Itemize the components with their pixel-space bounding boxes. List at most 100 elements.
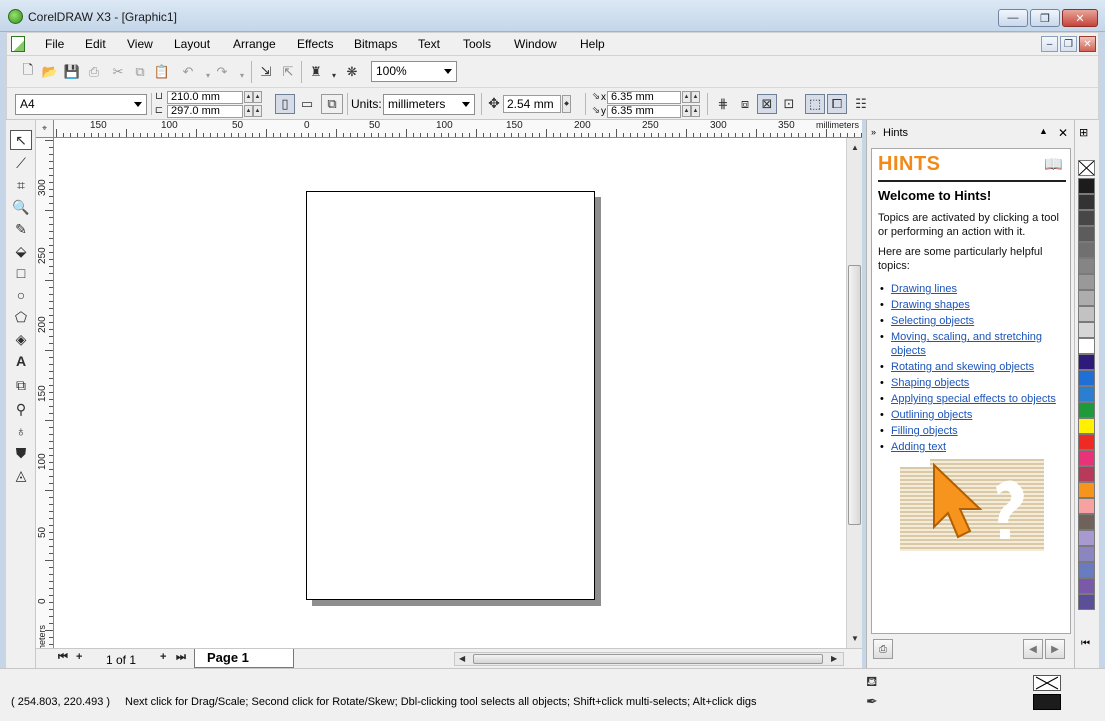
color-swatch[interactable] — [1078, 466, 1095, 482]
import-icon[interactable]: ⇲ — [257, 63, 275, 81]
color-swatch[interactable] — [1078, 514, 1095, 530]
menu-bitmaps[interactable]: Bitmaps — [354, 37, 397, 51]
color-swatch[interactable] — [1078, 178, 1095, 194]
scroll-down-icon[interactable]: ▼ — [851, 634, 859, 643]
menu-tools[interactable]: Tools — [463, 37, 491, 51]
page-height-field[interactable]: 297.0 mm — [167, 105, 243, 118]
snap-to-grid-icon[interactable]: ⋕ — [713, 94, 733, 114]
hint-topic-link[interactable]: Adding text — [891, 441, 946, 453]
color-swatch[interactable] — [1078, 338, 1095, 354]
vertical-scrollbar[interactable]: ▲ ▼ — [846, 138, 862, 648]
paste-icon[interactable]: 📋 — [153, 63, 171, 81]
hint-topic-link[interactable]: Shaping objects — [891, 377, 969, 389]
ellipse-tool-icon[interactable]: ○ — [10, 285, 32, 305]
freehand-tool-icon[interactable]: ✎ — [10, 219, 32, 239]
color-swatch[interactable] — [1078, 290, 1095, 306]
color-swatch[interactable] — [1078, 306, 1095, 322]
outline-color-indicator[interactable] — [1033, 694, 1061, 710]
menu-arrange[interactable]: Arrange — [233, 37, 276, 51]
color-swatch[interactable] — [1078, 274, 1095, 290]
hint-topic-link[interactable]: Drawing lines — [891, 283, 957, 295]
duplicate-x-spinner[interactable]: ▲ — [682, 91, 691, 103]
color-swatch[interactable] — [1078, 226, 1095, 242]
save-icon[interactable]: 💾 — [63, 63, 81, 81]
page-height-spinner[interactable]: ▲ — [244, 105, 253, 117]
no-color-swatch[interactable] — [1078, 160, 1095, 176]
menu-layout[interactable]: Layout — [174, 37, 210, 51]
color-swatch[interactable] — [1078, 242, 1095, 258]
scroll-up-icon[interactable]: ▲ — [851, 143, 859, 152]
export-icon[interactable]: ⇱ — [279, 63, 297, 81]
menu-edit[interactable]: Edit — [85, 37, 106, 51]
last-page-icon[interactable]: ⏭ — [176, 651, 186, 664]
text-tool-icon[interactable]: A — [10, 351, 32, 371]
color-swatch[interactable] — [1078, 210, 1095, 226]
color-swatch[interactable] — [1078, 258, 1095, 274]
dynamic-guides-icon[interactable]: ⊡ — [779, 94, 799, 114]
hint-topic-link[interactable]: Drawing shapes — [891, 299, 970, 311]
palette-scroll-end-icon[interactable]: ⏮ — [1081, 638, 1090, 649]
maximize-button[interactable]: ❐ — [1030, 9, 1060, 27]
color-swatch[interactable] — [1078, 354, 1095, 370]
book-icon[interactable]: 📖 — [1044, 155, 1063, 173]
color-swatch[interactable] — [1078, 322, 1095, 338]
snap-to-guidelines-icon[interactable]: ⧈ — [735, 94, 755, 114]
duplicate-y-spinner-down[interactable]: ▲ — [691, 105, 700, 117]
hint-back-icon[interactable]: ◀ — [1023, 639, 1043, 659]
page-tab[interactable]: Page 1 — [194, 649, 294, 668]
nudge-spinner[interactable]: ◆ — [562, 95, 571, 113]
corel-online-icon[interactable]: ❋ — [343, 63, 361, 81]
fill-color-indicator[interactable] — [1033, 675, 1061, 691]
basic-shapes-tool-icon[interactable]: ◈ — [10, 329, 32, 349]
scroll-right-icon[interactable]: ▶ — [831, 654, 837, 663]
first-page-icon[interactable]: ⏮ — [58, 651, 68, 664]
coreldraw-logo-icon[interactable] — [8, 9, 23, 24]
hint-topic-link[interactable]: Applying special effects to objects — [891, 393, 1056, 405]
color-swatch[interactable] — [1078, 578, 1095, 594]
duplicate-y-field[interactable]: 6.35 mm — [607, 105, 681, 118]
hint-topic-link[interactable]: Filling objects — [891, 425, 958, 437]
menu-view[interactable]: View — [127, 37, 153, 51]
hint-topic-link[interactable]: Rotating and skewing objects — [891, 361, 1034, 373]
zoom-tool-icon[interactable]: 🔍 — [10, 197, 32, 217]
interactive-blend-tool-icon[interactable]: ⧉ — [10, 375, 32, 395]
duplicate-y-spinner[interactable]: ▲ — [682, 105, 691, 117]
units-combo[interactable]: millimeters — [383, 94, 475, 115]
hint-topic-link[interactable]: Selecting objects — [891, 315, 974, 327]
color-swatch[interactable] — [1078, 370, 1095, 386]
drawing-canvas[interactable] — [54, 138, 846, 648]
crop-tool-icon[interactable]: ⌗ — [10, 175, 32, 195]
fill-tool-icon[interactable]: ⛊ — [10, 443, 32, 463]
color-swatch[interactable] — [1078, 386, 1095, 402]
print-icon[interactable]: ⎙ — [85, 63, 103, 81]
hint-topic-link[interactable]: Outlining objects — [891, 409, 972, 421]
polygon-tool-icon[interactable]: ⬠ — [10, 307, 32, 327]
menu-effects[interactable]: Effects — [297, 37, 333, 51]
menu-file[interactable]: File — [45, 37, 64, 51]
color-swatch[interactable] — [1078, 530, 1095, 546]
nudge-distance-field[interactable]: 2.54 mm — [503, 95, 561, 113]
portrait-button[interactable]: ▯ — [275, 94, 295, 114]
undo-icon[interactable]: ↶ — [179, 63, 197, 81]
open-icon[interactable]: 📂 — [41, 63, 59, 81]
color-swatch[interactable] — [1078, 482, 1095, 498]
page-width-field[interactable]: 210.0 mm — [167, 91, 243, 104]
color-swatch[interactable] — [1078, 594, 1095, 610]
treat-as-filled-icon[interactable]: ⬚ — [805, 94, 825, 114]
doc-minimize-button[interactable]: – — [1041, 36, 1058, 52]
redo-icon[interactable]: ↷ — [213, 63, 231, 81]
outline-tool-icon[interactable]: ♁ — [10, 421, 32, 441]
zoom-level-combo[interactable]: 100% — [371, 61, 457, 82]
color-swatch[interactable] — [1078, 402, 1095, 418]
all-pages-icon[interactable]: ⧉ — [321, 94, 343, 114]
eyedropper-tool-icon[interactable]: ⚲ — [10, 399, 32, 419]
landscape-button[interactable]: ▭ — [297, 94, 317, 114]
hint-topic-link[interactable]: Moving, scaling, and stretching objects — [891, 331, 1042, 357]
page-width-spinner-down[interactable]: ▲ — [253, 91, 262, 103]
color-swatch[interactable] — [1078, 434, 1095, 450]
color-swatch[interactable] — [1078, 562, 1095, 578]
copy-icon[interactable]: ⧉ — [131, 63, 149, 81]
color-swatch[interactable] — [1078, 546, 1095, 562]
duplicate-x-field[interactable]: 6.35 mm — [607, 91, 681, 104]
menu-text[interactable]: Text — [418, 37, 440, 51]
